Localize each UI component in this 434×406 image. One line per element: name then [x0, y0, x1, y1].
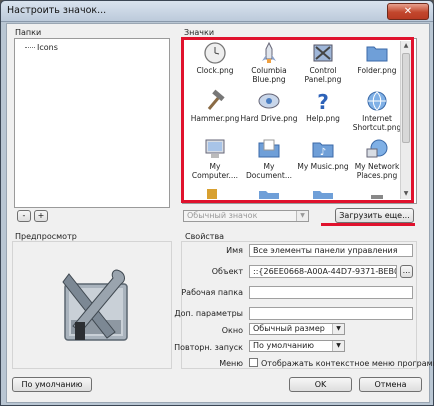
- tree-connector: [25, 47, 35, 48]
- browse-button[interactable]: ...: [400, 265, 413, 278]
- title-bar[interactable]: Настроить значок... ✕: [1, 1, 433, 22]
- preview-label: Предпросмотр: [15, 232, 77, 241]
- window-mode-value: Обычный размер: [253, 324, 325, 333]
- cancel-button[interactable]: Отмена: [359, 377, 422, 392]
- menu-label: Меню: [219, 359, 243, 368]
- icons-label: Значки: [184, 28, 215, 37]
- folders-tree[interactable]: Icons: [14, 38, 170, 208]
- dialog-window: Настроить значок... ✕ Папки Icons - + Зн…: [0, 0, 434, 406]
- load-more-button[interactable]: Загрузить еще...: [335, 208, 414, 223]
- object-field[interactable]: ::{26EE0668-A00A-44D7-9371-BEB064C986: [249, 265, 397, 278]
- tree-item-label: Icons: [37, 43, 58, 52]
- control-panel-preview-icon: [62, 269, 128, 341]
- icons-highlight-frame: [181, 37, 414, 203]
- menu-checkbox[interactable]: [249, 358, 258, 367]
- params-label: Доп. параметры: [174, 309, 243, 318]
- repeat-launch-label: Повторн. запуск: [174, 343, 243, 352]
- window-mode-select[interactable]: Обычный размер ▼: [249, 323, 345, 335]
- tree-item-icons[interactable]: Icons: [25, 43, 58, 52]
- ok-button[interactable]: OK: [289, 377, 352, 392]
- icon-style-value: Обычный значок: [187, 211, 258, 220]
- add-folder-button[interactable]: +: [34, 210, 48, 222]
- chevron-down-icon[interactable]: ▼: [296, 211, 308, 221]
- chevron-down-icon[interactable]: ▼: [332, 324, 344, 334]
- folders-label: Папки: [15, 28, 42, 37]
- workdir-label: Рабочая папка: [181, 288, 243, 297]
- menu-checkbox-label[interactable]: Отображать контекстное меню программы: [261, 359, 434, 368]
- repeat-launch-select[interactable]: По умолчанию ▼: [249, 340, 345, 352]
- object-label: Объект: [211, 267, 243, 276]
- remove-folder-button[interactable]: -: [17, 210, 31, 222]
- params-field[interactable]: [249, 307, 413, 320]
- window-mode-label: Окно: [221, 326, 243, 335]
- properties-label: Свойства: [185, 232, 225, 241]
- load-more-underline: [321, 223, 415, 226]
- name-field[interactable]: Все элементы панели управления: [249, 244, 413, 257]
- workdir-field[interactable]: [249, 286, 413, 299]
- window-title: Настроить значок...: [7, 5, 107, 16]
- close-icon: ✕: [403, 6, 413, 17]
- repeat-launch-value: По умолчанию: [253, 341, 315, 350]
- close-button[interactable]: ✕: [387, 3, 429, 20]
- default-button[interactable]: По умолчанию: [12, 377, 92, 392]
- preview-group: [12, 241, 172, 369]
- name-label: Имя: [226, 246, 243, 255]
- chevron-down-icon[interactable]: ▼: [332, 341, 344, 351]
- icon-style-select[interactable]: Обычный значок ▼: [183, 210, 309, 222]
